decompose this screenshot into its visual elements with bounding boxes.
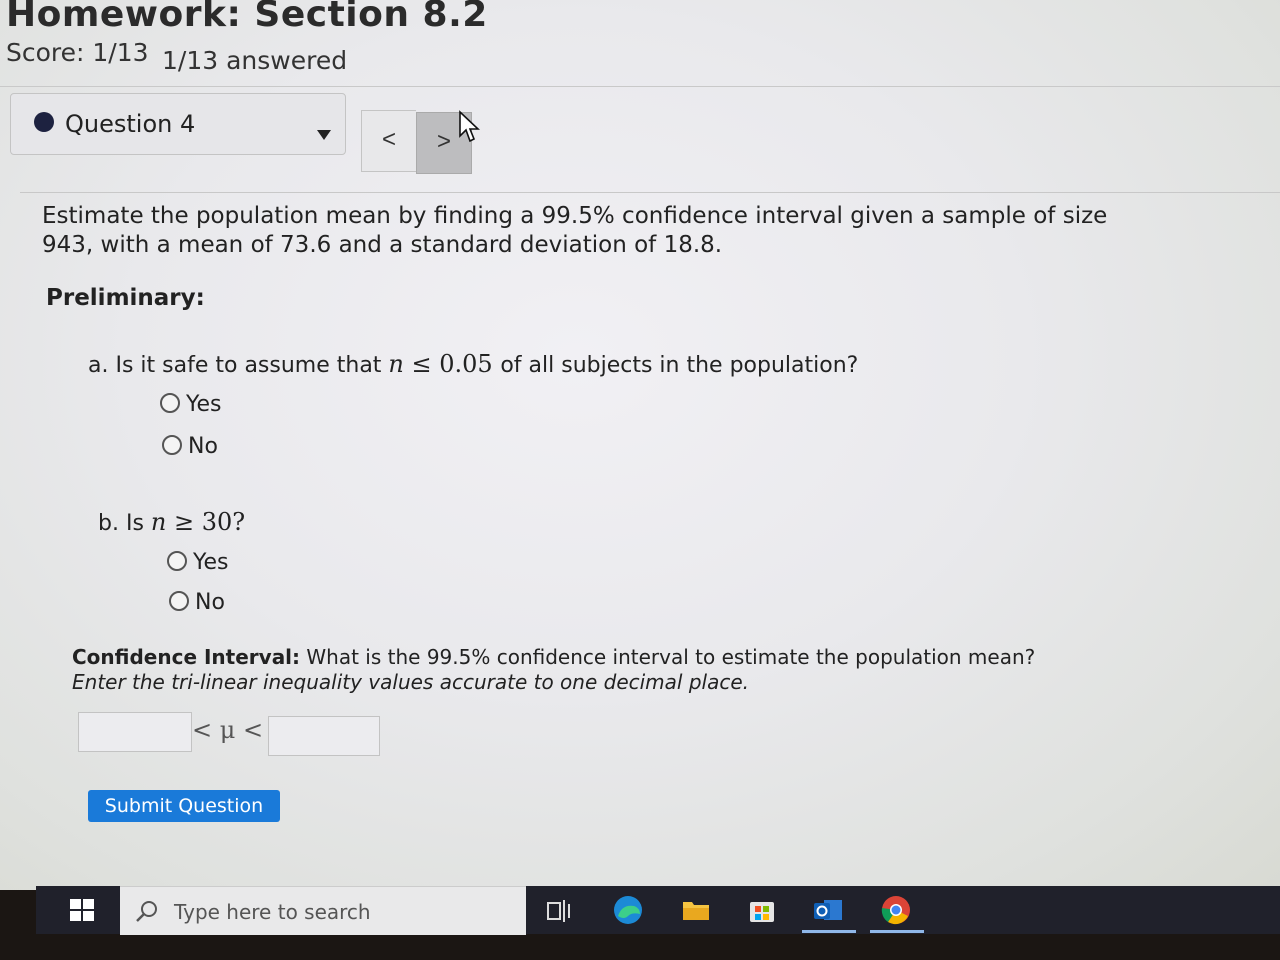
page-title: Homework: Section 8.2 <box>6 0 488 35</box>
submit-question-button[interactable]: Submit Question <box>88 790 280 822</box>
part-b-question: b. Is n ≥ 30? <box>98 508 245 536</box>
preliminary-heading: Preliminary: <box>46 285 205 311</box>
part-b-variable: n <box>150 508 167 536</box>
inequality-symbols: < μ < <box>192 716 264 744</box>
search-icon <box>136 901 157 922</box>
upper-bound-input[interactable] <box>268 716 380 756</box>
part-b-no-option[interactable]: No <box>169 590 225 615</box>
radio-button[interactable] <box>162 435 182 455</box>
part-b-operator: ≥ 30? <box>166 508 246 536</box>
part-a-operator: ≤ 0.05 <box>403 350 501 378</box>
score-text: Score: 1/13 <box>6 38 149 67</box>
problem-statement: Estimate the population mean by finding … <box>42 203 1108 258</box>
part-a-yes-option[interactable]: Yes <box>160 392 222 417</box>
confidence-interval-prompt: Confidence Interval: What is the 99.5% c… <box>72 645 1072 695</box>
radio-button[interactable] <box>169 591 189 611</box>
part-b-prefix: b. Is <box>98 511 151 536</box>
part-a-prefix: a. Is it safe to assume that <box>88 353 389 378</box>
screen: Homework: Section 8.2 Score: 1/13 1/13 a… <box>0 0 1280 960</box>
chrome-active-indicator <box>870 930 924 933</box>
windows-taskbar: Type here to search <box>36 886 1280 935</box>
section-divider <box>20 192 1280 193</box>
option-label: No <box>188 434 218 459</box>
ci-instruction: Enter the tri-linear inequality values a… <box>72 670 749 694</box>
chevron-down-icon <box>317 130 331 140</box>
option-label: Yes <box>186 392 222 417</box>
chrome-icon[interactable] <box>880 894 912 926</box>
microsoft-store-icon[interactable] <box>746 894 778 926</box>
header-divider <box>0 86 1280 87</box>
file-explorer-icon[interactable] <box>680 894 712 926</box>
part-a-variable: n <box>388 350 404 378</box>
part-a-suffix: of all subjects in the population? <box>500 353 859 378</box>
previous-question-button[interactable]: < <box>361 110 416 172</box>
outlook-icon[interactable] <box>812 894 844 926</box>
answered-count: 1/13 answered <box>162 46 348 75</box>
outlook-active-indicator <box>802 930 856 933</box>
question-status-dot-icon <box>34 112 54 132</box>
part-a-question: a. Is it safe to assume that n ≤ 0.05 of… <box>88 350 858 378</box>
part-b-yes-option[interactable]: Yes <box>167 550 229 575</box>
part-a-no-option[interactable]: No <box>162 434 218 459</box>
windows-start-icon[interactable] <box>70 899 94 921</box>
browser-content: Homework: Section 8.2 Score: 1/13 1/13 a… <box>0 0 1280 890</box>
search-placeholder: Type here to search <box>174 900 371 924</box>
edge-icon[interactable] <box>612 894 644 926</box>
option-label: No <box>195 590 225 615</box>
question-dropdown-label: Question 4 <box>65 110 196 138</box>
taskbar-search-box[interactable]: Type here to search <box>120 886 526 935</box>
ci-question: What is the 99.5% confidence interval to… <box>300 645 1036 669</box>
question-dropdown[interactable]: Question 4 <box>10 93 346 155</box>
task-view-icon[interactable] <box>544 894 576 926</box>
lower-bound-input[interactable] <box>78 712 192 752</box>
radio-button[interactable] <box>167 551 187 571</box>
ci-label: Confidence Interval: <box>72 645 301 669</box>
option-label: Yes <box>193 550 229 575</box>
mouse-cursor-icon <box>459 110 480 143</box>
radio-button[interactable] <box>160 393 180 413</box>
